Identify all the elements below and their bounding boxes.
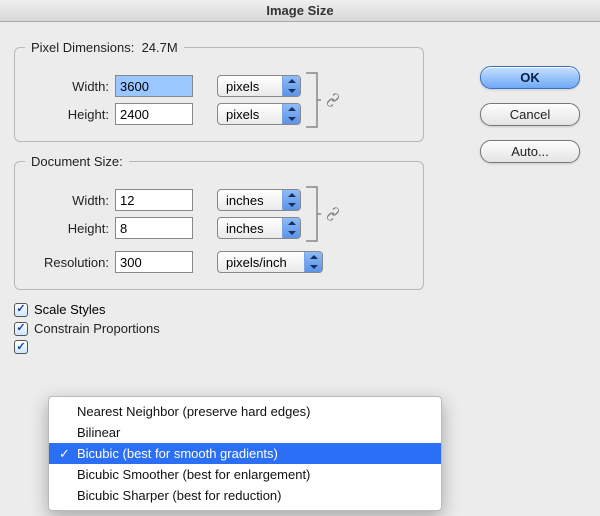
checkbox-icon bbox=[14, 303, 28, 317]
resample-menu-item[interactable]: Bicubic Sharper (best for reduction) bbox=[49, 485, 441, 506]
cancel-button[interactable]: Cancel bbox=[480, 103, 580, 126]
resample-menu-item[interactable]: Bicubic Smoother (best for enlargement) bbox=[49, 464, 441, 485]
resample-menu-item[interactable]: Nearest Neighbor (preserve hard edges) bbox=[49, 401, 441, 422]
doc-resolution-unit-select[interactable]: pixels/inch bbox=[217, 251, 323, 273]
constrain-link-icon bbox=[305, 185, 341, 243]
constrain-proportions-label: Constrain Proportions bbox=[34, 321, 160, 336]
chevron-updown-icon bbox=[282, 190, 300, 210]
px-width-label: Width: bbox=[25, 79, 109, 94]
pixel-dimensions-size: 24.7M bbox=[142, 40, 178, 55]
resample-menu-item[interactable]: Bilinear bbox=[49, 422, 441, 443]
ok-button[interactable]: OK bbox=[480, 66, 580, 89]
doc-resolution-input[interactable] bbox=[115, 251, 193, 273]
constrain-proportions-checkbox[interactable]: Constrain Proportions bbox=[14, 321, 586, 336]
scale-styles-label: Scale Styles bbox=[34, 302, 106, 317]
doc-width-unit-select[interactable]: inches bbox=[217, 189, 301, 211]
doc-height-label: Height: bbox=[25, 221, 109, 236]
scale-styles-checkbox[interactable]: Scale Styles bbox=[14, 302, 586, 317]
resample-checkbox[interactable] bbox=[14, 340, 586, 354]
constrain-link-icon bbox=[305, 71, 341, 129]
checkbox-icon bbox=[14, 340, 28, 354]
chevron-updown-icon bbox=[282, 104, 300, 124]
doc-width-input[interactable] bbox=[115, 189, 193, 211]
document-size-group: Document Size: Width: inches Height: bbox=[14, 154, 424, 290]
image-size-dialog: OK Cancel Auto... Pixel Dimensions: 24.7… bbox=[0, 22, 600, 516]
px-width-input[interactable] bbox=[115, 75, 193, 97]
px-height-input[interactable] bbox=[115, 103, 193, 125]
chevron-updown-icon bbox=[282, 76, 300, 96]
doc-width-label: Width: bbox=[25, 193, 109, 208]
dialog-title: Image Size bbox=[0, 0, 600, 22]
dialog-buttons: OK Cancel Auto... bbox=[480, 66, 580, 163]
px-height-label: Height: bbox=[25, 107, 109, 122]
pixel-dimensions-group: Pixel Dimensions: 24.7M Width: pixels He… bbox=[14, 40, 424, 142]
checkbox-icon bbox=[14, 322, 28, 336]
resample-method-menu: Nearest Neighbor (preserve hard edges)Bi… bbox=[48, 396, 442, 511]
resample-menu-item[interactable]: Bicubic (best for smooth gradients) bbox=[49, 443, 441, 464]
doc-height-input[interactable] bbox=[115, 217, 193, 239]
auto-button[interactable]: Auto... bbox=[480, 140, 580, 163]
px-height-unit-select[interactable]: pixels bbox=[217, 103, 301, 125]
px-width-unit-select[interactable]: pixels bbox=[217, 75, 301, 97]
chevron-updown-icon bbox=[282, 218, 300, 238]
document-size-legend: Document Size: bbox=[25, 154, 129, 169]
doc-resolution-label: Resolution: bbox=[25, 255, 109, 270]
pixel-dimensions-legend: Pixel Dimensions: 24.7M bbox=[25, 40, 184, 55]
chevron-updown-icon bbox=[304, 252, 322, 272]
doc-height-unit-select[interactable]: inches bbox=[217, 217, 301, 239]
